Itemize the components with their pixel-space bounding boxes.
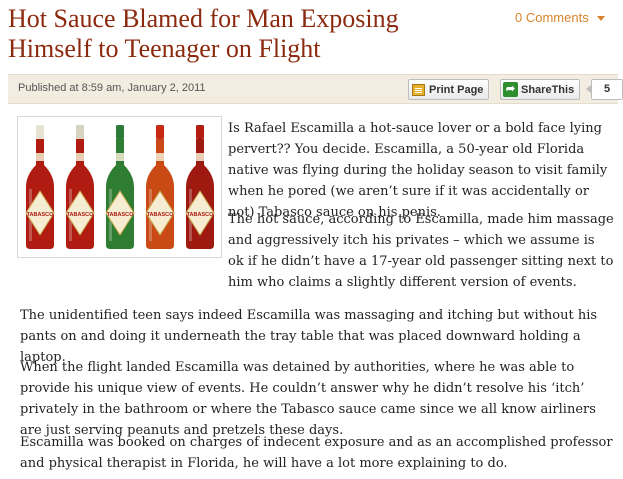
- article-paragraph: Escamilla was booked on charges of indec…: [20, 435, 613, 471]
- svg-text:TABASCO: TABASCO: [67, 212, 95, 218]
- sharethis-label[interactable]: ShareThis: [521, 84, 574, 96]
- article-paragraph: The hot sauce, according to Escamilla, m…: [228, 212, 614, 290]
- sharethis-button[interactable]: ➦ ShareThis: [500, 79, 581, 100]
- tabasco-bottle: TABASCO: [145, 125, 175, 249]
- article-title: Hot Sauce Blamed for Man Exposing Himsel…: [8, 4, 399, 63]
- article-meta-bar: Published at 8:59 am, January 2, 2011 Pr…: [8, 74, 623, 104]
- svg-text:TABASCO: TABASCO: [27, 212, 55, 218]
- published-date: Published at 8:59 am, January 2, 2011: [18, 82, 206, 94]
- tabasco-bottle: TABASCO: [105, 125, 135, 249]
- tabasco-bottle: TABASCO: [185, 125, 215, 249]
- tabasco-bottles-illustration: TABASCO TABASCO TABASCO TABASCO TABASCO: [25, 125, 215, 249]
- share-count: 5: [586, 79, 623, 100]
- share-icon[interactable]: ➦: [503, 82, 518, 97]
- article-paragraph: Is Rafael Escamilla a hot-sauce lover or…: [228, 121, 608, 220]
- chevron-down-icon[interactable]: [596, 16, 605, 22]
- comments-label[interactable]: 0 Comments: [515, 10, 589, 25]
- tabasco-bottle: TABASCO: [25, 125, 55, 249]
- printer-icon[interactable]: [412, 83, 425, 96]
- print-page-label[interactable]: Print Page: [429, 84, 483, 96]
- tabasco-bottles-image: TABASCO TABASCO TABASCO TABASCO TABASCO: [17, 116, 222, 258]
- article-paragraph: When the flight landed Escamilla was det…: [20, 360, 596, 438]
- svg-text:TABASCO: TABASCO: [187, 212, 215, 218]
- print-page-button[interactable]: Print Page: [408, 79, 490, 100]
- comments-link[interactable]: 0 Comments: [515, 10, 605, 25]
- svg-text:TABASCO: TABASCO: [107, 212, 135, 218]
- svg-text:TABASCO: TABASCO: [147, 212, 175, 218]
- tabasco-bottle: TABASCO: [65, 125, 95, 249]
